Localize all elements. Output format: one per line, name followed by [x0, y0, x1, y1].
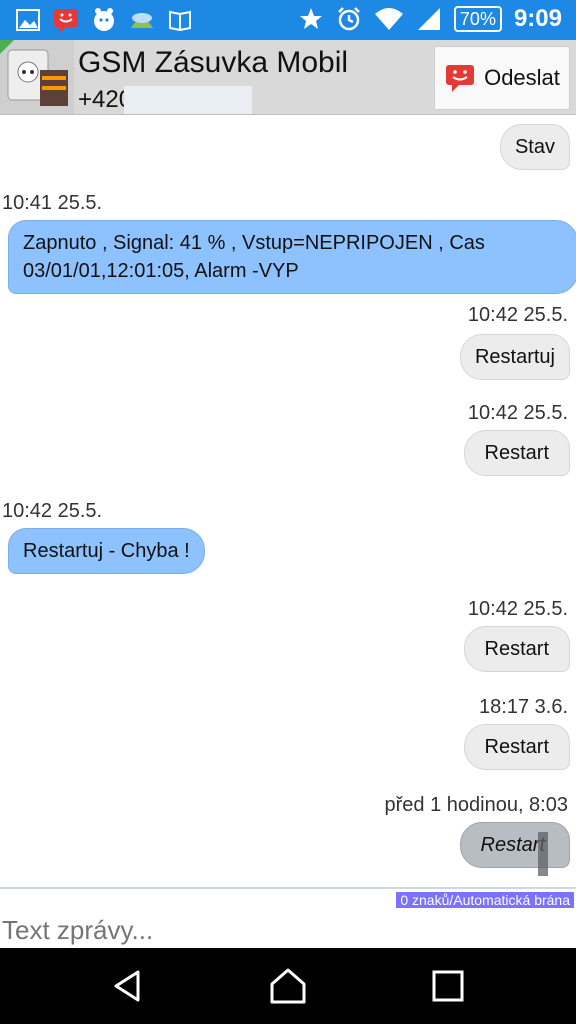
message-timestamp: 10:42 25.5.	[467, 304, 568, 326]
message-timestamp: 10:42 25.5.	[2, 500, 103, 522]
star-icon	[299, 8, 322, 29]
sms-app-icon	[52, 6, 80, 34]
message-input[interactable]	[0, 910, 576, 950]
outgoing-message[interactable]: Stav	[499, 124, 570, 170]
outgoing-message[interactable]: Restart	[463, 626, 570, 672]
wifi-icon	[374, 8, 403, 30]
incoming-message[interactable]: Restartuj - Chyba !	[8, 528, 205, 574]
redacted-number	[124, 86, 252, 114]
outgoing-message[interactable]: Restartuj	[459, 334, 570, 380]
pending-message[interactable]: Restart	[459, 822, 570, 868]
book-icon	[166, 6, 194, 34]
contact-name: GSM Zásuvka Mobil	[78, 46, 349, 79]
system-status: 70% 9:09	[298, 5, 562, 33]
message-timestamp: 10:41 25.5.	[2, 192, 103, 214]
composer-divider	[0, 887, 576, 889]
message-timestamp: 10:42 25.5.	[467, 402, 568, 424]
incoming-message[interactable]: Zapnuto , Signal: 41 % , Vstup=NEPRIPOJE…	[8, 220, 576, 294]
clock: 9:09	[513, 5, 562, 32]
alarm-icon	[338, 7, 360, 31]
message-timestamp: před 1 hodinou, 8:03	[384, 794, 569, 816]
navigation-bar	[0, 948, 576, 1024]
notification-icons	[14, 6, 194, 34]
sending-indicator	[538, 832, 548, 876]
gallery-icon	[14, 6, 42, 34]
message-timestamp: 18:17 3.6.	[479, 696, 568, 718]
character-counter: 0 znaků/Automatická brána	[396, 892, 574, 908]
send-button-label: Odeslat	[484, 65, 560, 90]
send-button[interactable]: Odeslat	[434, 46, 570, 110]
conversation-header: GSM Zásuvka Mobil +420 Odeslat	[0, 40, 576, 115]
status-bar: 70% 9:09	[0, 0, 576, 40]
home-icon[interactable]	[268, 966, 308, 1006]
contact-avatar[interactable]	[0, 40, 74, 114]
recents-icon[interactable]	[428, 966, 468, 1006]
signal-icon	[417, 8, 440, 30]
outgoing-message[interactable]: Restart	[463, 724, 570, 770]
outgoing-message[interactable]: Restart	[463, 430, 570, 476]
alarm-clock-app-icon	[90, 6, 118, 34]
weather-icon	[128, 6, 156, 34]
back-icon[interactable]	[108, 966, 148, 1006]
sms-send-icon	[446, 65, 475, 92]
message-timestamp: 10:42 25.5.	[467, 598, 568, 620]
message-list[interactable]: Stav 10:41 25.5. Zapnuto , Signal: 41 % …	[0, 114, 576, 888]
battery-indicator: 70%	[453, 6, 502, 32]
